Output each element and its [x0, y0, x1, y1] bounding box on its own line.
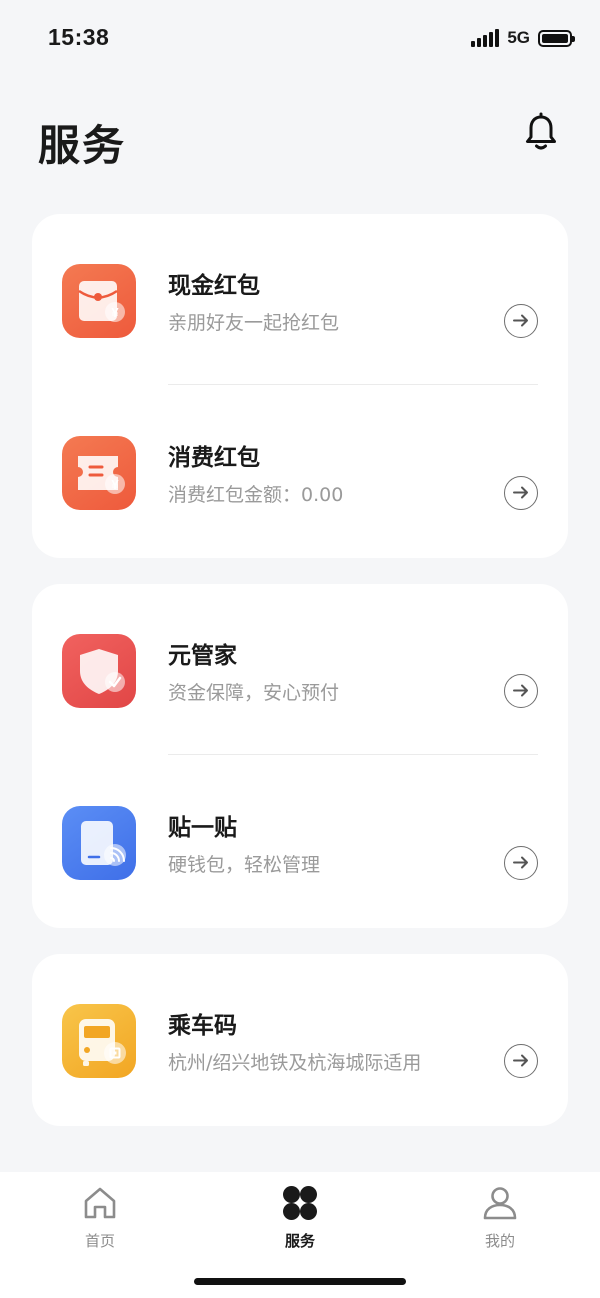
tab-services[interactable]: 服务: [240, 1180, 360, 1260]
tab-home[interactable]: 首页: [40, 1180, 160, 1260]
status-bar: 15:38 5G: [0, 0, 600, 80]
item-title: 现金红包: [168, 273, 260, 299]
arrow-right-icon[interactable]: [504, 304, 538, 338]
svg-text:¥: ¥: [111, 477, 119, 492]
list-item-tap-wallet[interactable]: 贴一贴 硬钱包，轻松管理: [32, 756, 568, 928]
svg-text:¥: ¥: [111, 305, 119, 320]
tab-mine[interactable]: 我的: [440, 1180, 560, 1260]
tab-label: 服务: [284, 1232, 315, 1250]
profile-icon: [483, 1187, 517, 1220]
home-icon: [84, 1187, 116, 1219]
card-red-envelopes: ¥ 现金红包 亲朋好友一起抢红包 ¥ 消费红包 消费红包金额：0.00: [32, 214, 568, 558]
item-subtitle: 杭州/绍兴地铁及杭海城际适用: [168, 1052, 422, 1074]
signal-icon: [471, 29, 500, 47]
item-subtitle: 资金保障，安心预付: [168, 682, 340, 704]
battery-icon: [538, 29, 575, 47]
coupon-icon: ¥: [62, 436, 136, 510]
card-transit: 乘车码 杭州/绍兴地铁及杭海城际适用: [32, 954, 568, 1126]
services-icon: [283, 1186, 317, 1220]
home-indicator[interactable]: [194, 1278, 406, 1285]
card-wallet-services: 元管家 资金保障，安心预付 贴一贴 硬钱包，轻松管理: [32, 584, 568, 928]
status-indicators: 5G: [471, 26, 575, 50]
network-type: 5G: [507, 28, 530, 47]
item-subtitle: 消费红包金额：0.00: [168, 484, 344, 506]
item-title: 贴一贴: [168, 815, 237, 841]
arrow-right-icon[interactable]: [504, 846, 538, 880]
shield-icon: [62, 634, 136, 708]
status-time: 15:38: [48, 24, 110, 50]
list-item-cash-red-envelope[interactable]: ¥ 现金红包 亲朋好友一起抢红包: [32, 214, 568, 386]
arrow-right-icon[interactable]: [504, 476, 538, 510]
divider: [168, 384, 538, 385]
item-title: 元管家: [168, 643, 237, 669]
page-title: 服务: [38, 121, 127, 170]
item-title: 乘车码: [168, 1013, 237, 1039]
list-item-consumption-red-envelope[interactable]: ¥ 消费红包 消费红包金额：0.00: [32, 386, 568, 558]
red-envelope-icon: ¥: [62, 264, 136, 338]
tab-label: 首页: [84, 1232, 115, 1250]
bell-icon[interactable]: [522, 112, 560, 152]
item-subtitle: 硬钱包，轻松管理: [168, 854, 321, 876]
tab-label: 我的: [484, 1232, 515, 1250]
arrow-right-icon[interactable]: [504, 674, 538, 708]
arrow-right-icon[interactable]: [504, 1044, 538, 1078]
divider: [168, 754, 538, 755]
list-item-yuan-steward[interactable]: 元管家 资金保障，安心预付: [32, 584, 568, 756]
nfc-card-icon: [62, 806, 136, 880]
item-subtitle: 亲朋好友一起抢红包: [168, 312, 340, 334]
list-item-transit-code[interactable]: 乘车码 杭州/绍兴地铁及杭海城际适用: [32, 954, 568, 1126]
bus-icon: [62, 1004, 136, 1078]
item-title: 消费红包: [168, 445, 260, 471]
